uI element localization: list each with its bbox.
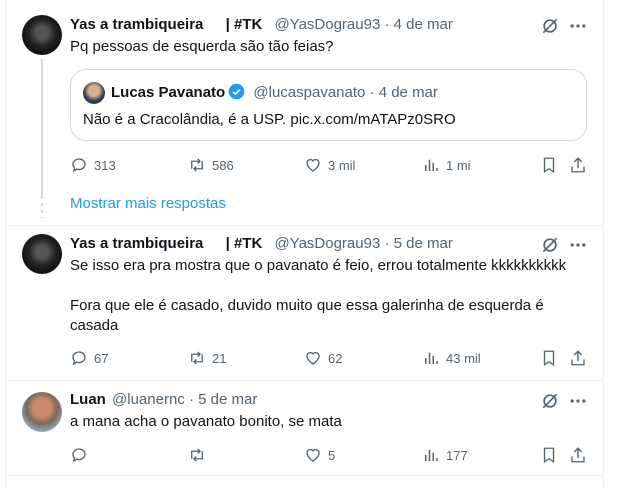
verified-badge-icon: [228, 83, 245, 100]
grok-icon[interactable]: [540, 235, 560, 255]
quoted-avatar: [83, 82, 105, 104]
tweet-text: Pq pessoas de esquerda são tão feias?: [70, 38, 334, 55]
more-options-icon[interactable]: [568, 391, 588, 411]
tweet-text-line-3: casada: [70, 317, 119, 334]
quoted-tweet[interactable]: Lucas Pavanato @lucaspavanato · 4 de mar…: [70, 69, 587, 141]
retweet-button[interactable]: 21: [188, 348, 226, 368]
tweet-text: a mana acha o pavanato bonito, se mata: [70, 413, 342, 430]
reply-button[interactable]: [70, 445, 94, 465]
reply-icon: [72, 351, 86, 366]
divider: [6, 225, 603, 226]
retweet-button[interactable]: 586: [188, 155, 234, 175]
heart-icon: [306, 351, 320, 365]
reply-button[interactable]: 67: [70, 348, 108, 368]
more-options-icon[interactable]: [568, 235, 588, 255]
author-name[interactable]: Yas a trambiqueira: [70, 16, 203, 33]
grok-icon[interactable]: [540, 16, 560, 36]
author-tag: | #TK: [225, 16, 263, 33]
author-handle[interactable]: @YasDograu93: [274, 16, 380, 33]
retweet-icon: [191, 448, 203, 462]
heart-icon: [306, 448, 320, 462]
retweet-icon: [191, 351, 203, 365]
like-button[interactable]: 62: [304, 348, 342, 368]
tweet-text-line-2: Fora que ele é casado, duvido muito que …: [70, 297, 544, 314]
author-handle[interactable]: @YasDograu93: [274, 235, 380, 252]
view-count: 43 mil: [446, 350, 481, 366]
avatar[interactable]: [22, 234, 62, 274]
tweet[interactable]: Yas a trambiqueira | #TK @YasDograu93 · …: [0, 232, 626, 372]
tweet[interactable]: Yas a trambiqueira | #TK @YasDograu93 · …: [0, 13, 626, 199]
views-icon: [425, 159, 438, 171]
avatar[interactable]: [22, 15, 62, 55]
tweet-date[interactable]: 4 de mar: [394, 16, 453, 33]
view-count: 1 mi: [446, 157, 471, 173]
tweet-actions: 67 21 62 43 mil: [70, 348, 590, 368]
quoted-author-name: Lucas Pavanato: [111, 84, 226, 101]
author-name[interactable]: Yas a trambiqueira: [70, 235, 203, 252]
retweet-count: 21: [212, 350, 227, 366]
tweet-header: Yas a trambiqueira | #TK @YasDograu93 · …: [70, 15, 453, 35]
divider: [6, 380, 603, 381]
thread-dots: [41, 196, 43, 218]
share-icon[interactable]: [569, 156, 587, 174]
tweet-header: Luan @luanernc · 5 de mar: [70, 390, 257, 410]
separator-dot: ·: [384, 235, 390, 252]
bookmark-icon[interactable]: [540, 446, 558, 464]
retweet-button[interactable]: [188, 445, 212, 465]
retweet-icon: [191, 158, 203, 172]
thread-line: [41, 59, 43, 199]
separator-dot: ·: [369, 84, 375, 101]
tweet-actions: 5 177: [70, 445, 590, 465]
reply-icon: [72, 448, 86, 463]
quoted-date: 4 de mar: [378, 84, 438, 101]
tweet-header: Yas a trambiqueira | #TK @YasDograu93 · …: [70, 234, 453, 254]
tweet[interactable]: Luan @luanernc · 5 de mar a mana acha o …: [0, 390, 626, 480]
quoted-handle: @lucaspavanato: [253, 84, 366, 101]
reply-count: 313: [94, 157, 116, 173]
heart-icon: [306, 158, 320, 172]
like-count: 3 mil: [328, 157, 356, 173]
like-count: 62: [328, 350, 343, 366]
bookmark-icon[interactable]: [540, 156, 558, 174]
author-name[interactable]: Luan: [70, 391, 106, 408]
tweet-actions: 313 586 3 mil 1 mi: [70, 155, 590, 175]
views-button[interactable]: 1 mi: [422, 155, 471, 175]
author-handle[interactable]: @luanernc: [112, 391, 185, 408]
share-icon[interactable]: [569, 446, 587, 464]
reply-icon: [72, 158, 86, 173]
views-icon: [425, 449, 438, 461]
retweet-count: 586: [212, 157, 234, 173]
more-options-icon[interactable]: [568, 16, 588, 36]
separator-dot: ·: [188, 391, 194, 408]
bookmark-icon[interactable]: [540, 349, 558, 367]
separator-dot: ·: [384, 16, 390, 33]
views-icon: [425, 352, 438, 364]
like-button[interactable]: 3 mil: [304, 155, 355, 175]
reply-button[interactable]: 313: [70, 155, 116, 175]
divider: [6, 475, 603, 476]
like-count: 5: [328, 447, 336, 463]
views-button[interactable]: 43 mil: [422, 348, 481, 368]
show-more-replies-link[interactable]: Mostrar mais respostas: [70, 195, 226, 212]
avatar[interactable]: [22, 392, 62, 432]
author-tag: | #TK: [225, 235, 263, 252]
views-button[interactable]: 177: [422, 445, 468, 465]
quoted-text: Não é a Cracolândia, é a USP. pic.x.com/…: [83, 111, 456, 128]
view-count: 177: [446, 447, 468, 463]
share-icon[interactable]: [569, 349, 587, 367]
tweet-text-line-1: Se isso era pra mostra que o pavanato é …: [70, 257, 567, 274]
reply-count: 67: [94, 350, 109, 366]
grok-icon[interactable]: [540, 391, 560, 411]
quoted-header: Lucas Pavanato @lucaspavanato · 4 de mar: [111, 83, 438, 103]
like-button[interactable]: 5: [304, 445, 335, 465]
tweet-date[interactable]: 5 de mar: [198, 391, 257, 408]
tweet-date[interactable]: 5 de mar: [394, 235, 453, 252]
